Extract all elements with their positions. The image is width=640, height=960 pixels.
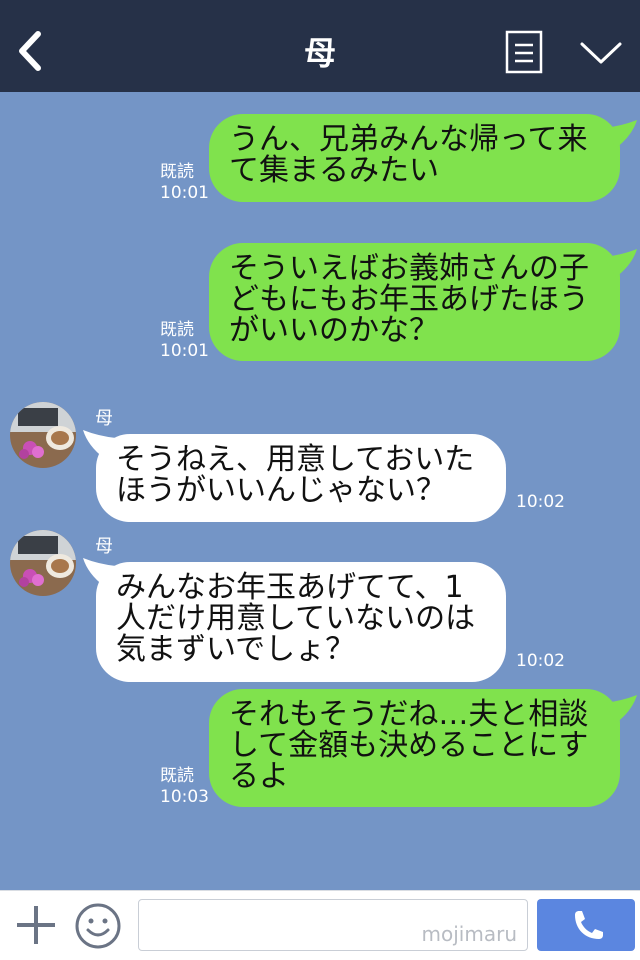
collapse-button[interactable] [578, 36, 624, 68]
message-time: 10:01 [160, 341, 209, 361]
sender-avatar[interactable] [10, 530, 76, 596]
input-bar: mojimaru [0, 890, 640, 960]
smiley-icon [75, 903, 121, 949]
call-button[interactable] [537, 899, 635, 951]
sender-avatar[interactable] [10, 402, 76, 468]
message-line: そうねえ、用意しておいた [116, 442, 475, 477]
message-time: 10:03 [160, 787, 209, 807]
message-line: みんなお年玉あげてて、1 [116, 570, 464, 605]
message-line: るよ [229, 759, 289, 794]
message-line: して金額も決めることにす [229, 728, 589, 763]
watermark-text: mojimaru [421, 922, 517, 946]
message-line: 人だけ用意していないのは [116, 601, 476, 636]
message-line: それもそうだね…夫と相談 [229, 697, 589, 732]
read-receipt: 既読 [160, 320, 194, 340]
message-time: 10:02 [516, 492, 565, 512]
message-bubble-outgoing[interactable]: それもそうだね…夫と相談 して金額も決めることにす るよ [209, 689, 620, 807]
bubble-tail [604, 249, 637, 277]
emoji-button[interactable] [74, 902, 122, 950]
message-meta: 既読 10:01 [160, 162, 209, 204]
avatar-image [10, 530, 76, 596]
add-attachment-button[interactable] [14, 903, 58, 947]
menu-button[interactable] [505, 30, 543, 74]
read-receipt: 既読 [160, 766, 194, 786]
message-time: 10:02 [516, 651, 565, 671]
message-time: 10:01 [160, 183, 209, 203]
chat-header: 母 [0, 0, 640, 92]
message-bubble-outgoing[interactable]: うん、兄弟みんな帰って来 て集まるみたい [209, 114, 620, 202]
read-receipt: 既読 [160, 162, 194, 182]
document-menu-icon [505, 30, 543, 74]
plus-icon [17, 906, 55, 944]
message-line: うん、兄弟みんな帰って来 [229, 122, 588, 157]
sender-name: 母 [95, 536, 113, 557]
message-line: がいいのかな？ [229, 313, 439, 348]
chevron-down-icon [580, 42, 622, 64]
sender-name: 母 [95, 408, 113, 429]
phone-icon [575, 911, 603, 939]
message-line: 気まずいでしょ？ [116, 632, 356, 667]
message-input[interactable]: mojimaru [138, 899, 528, 951]
message-meta: 既読 10:01 [160, 320, 209, 362]
message-meta: 既読 10:03 [160, 766, 209, 808]
message-line: ほうがいいんじゃない？ [116, 473, 446, 508]
message-line: どもにもお年玉あげたほう [229, 282, 589, 317]
message-line: そういえばお義姉さんの子 [229, 251, 589, 286]
chat-area[interactable]: 既読 10:01 うん、兄弟みんな帰って来 て集まるみたい 既読 10:01 そ… [0, 92, 640, 890]
message-bubble-incoming[interactable]: そうねえ、用意しておいた ほうがいいんじゃない？ [96, 434, 506, 522]
message-bubble-incoming[interactable]: みんなお年玉あげてて、1 人だけ用意していないのは 気まずいでしょ？ [96, 562, 506, 682]
message-line: て集まるみたい [229, 153, 439, 188]
avatar-image [10, 402, 76, 468]
bubble-tail [604, 695, 637, 723]
message-bubble-outgoing[interactable]: そういえばお義姉さんの子 どもにもお年玉あげたほう がいいのかな？ [209, 243, 620, 361]
chat-title: 母 [303, 34, 336, 72]
bubble-tail [604, 120, 637, 148]
